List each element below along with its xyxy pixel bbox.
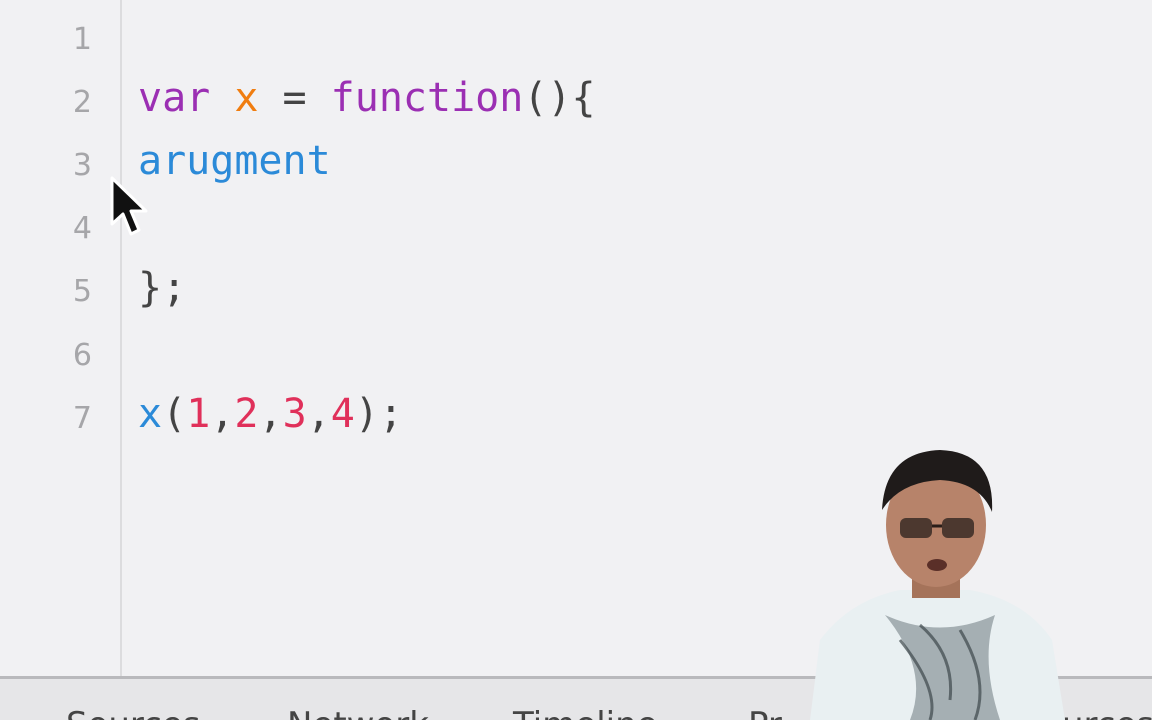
line-number-6: 6 (72, 338, 92, 373)
code-token-plain: }; (138, 265, 187, 311)
code-token-plain: (){ (523, 75, 596, 121)
tab-profiles[interactable]: Pr (748, 705, 782, 720)
tab-sources[interactable]: Sources (66, 705, 201, 720)
line-number-5: 5 (72, 274, 92, 309)
code-line-5[interactable]: }; (138, 264, 186, 312)
tab-network[interactable]: Network (287, 705, 429, 720)
code-token-num: 4 (330, 391, 355, 437)
code-line-3[interactable]: arugment (138, 137, 331, 185)
mouse-pointer-icon (108, 176, 152, 238)
code-token-plain: = (258, 75, 331, 121)
line-number-2: 2 (72, 85, 92, 120)
code-token-plain: , (210, 391, 235, 437)
code-token-fn: x (138, 391, 163, 437)
line-number-4: 4 (72, 211, 92, 246)
code-token-fn: arugment (138, 138, 331, 184)
tab-timeline[interactable]: Timeline (513, 705, 658, 720)
code-token-keyword: function (330, 75, 524, 121)
code-token-num: 3 (282, 391, 307, 437)
code-token-plain: ); (354, 391, 404, 437)
line-number-7: 7 (72, 401, 92, 436)
code-line-2[interactable]: var x = function(){ (138, 74, 596, 122)
presenter-webcam-overlay (790, 440, 1080, 720)
line-number-3: 3 (72, 148, 92, 183)
code-line-7[interactable]: x(1,2,3,4); (138, 390, 403, 438)
code-token-num: 1 (186, 391, 211, 437)
line-number-gutter: 1 2 3 4 5 6 7 (0, 0, 122, 676)
code-token-var: x (234, 75, 259, 121)
code-token-keyword: var (138, 75, 235, 121)
code-token-num: 2 (234, 391, 259, 437)
code-token-plain: , (306, 391, 331, 437)
line-number-1: 1 (72, 22, 92, 57)
code-token-plain: , (258, 391, 283, 437)
code-token-plain: ( (162, 391, 187, 437)
